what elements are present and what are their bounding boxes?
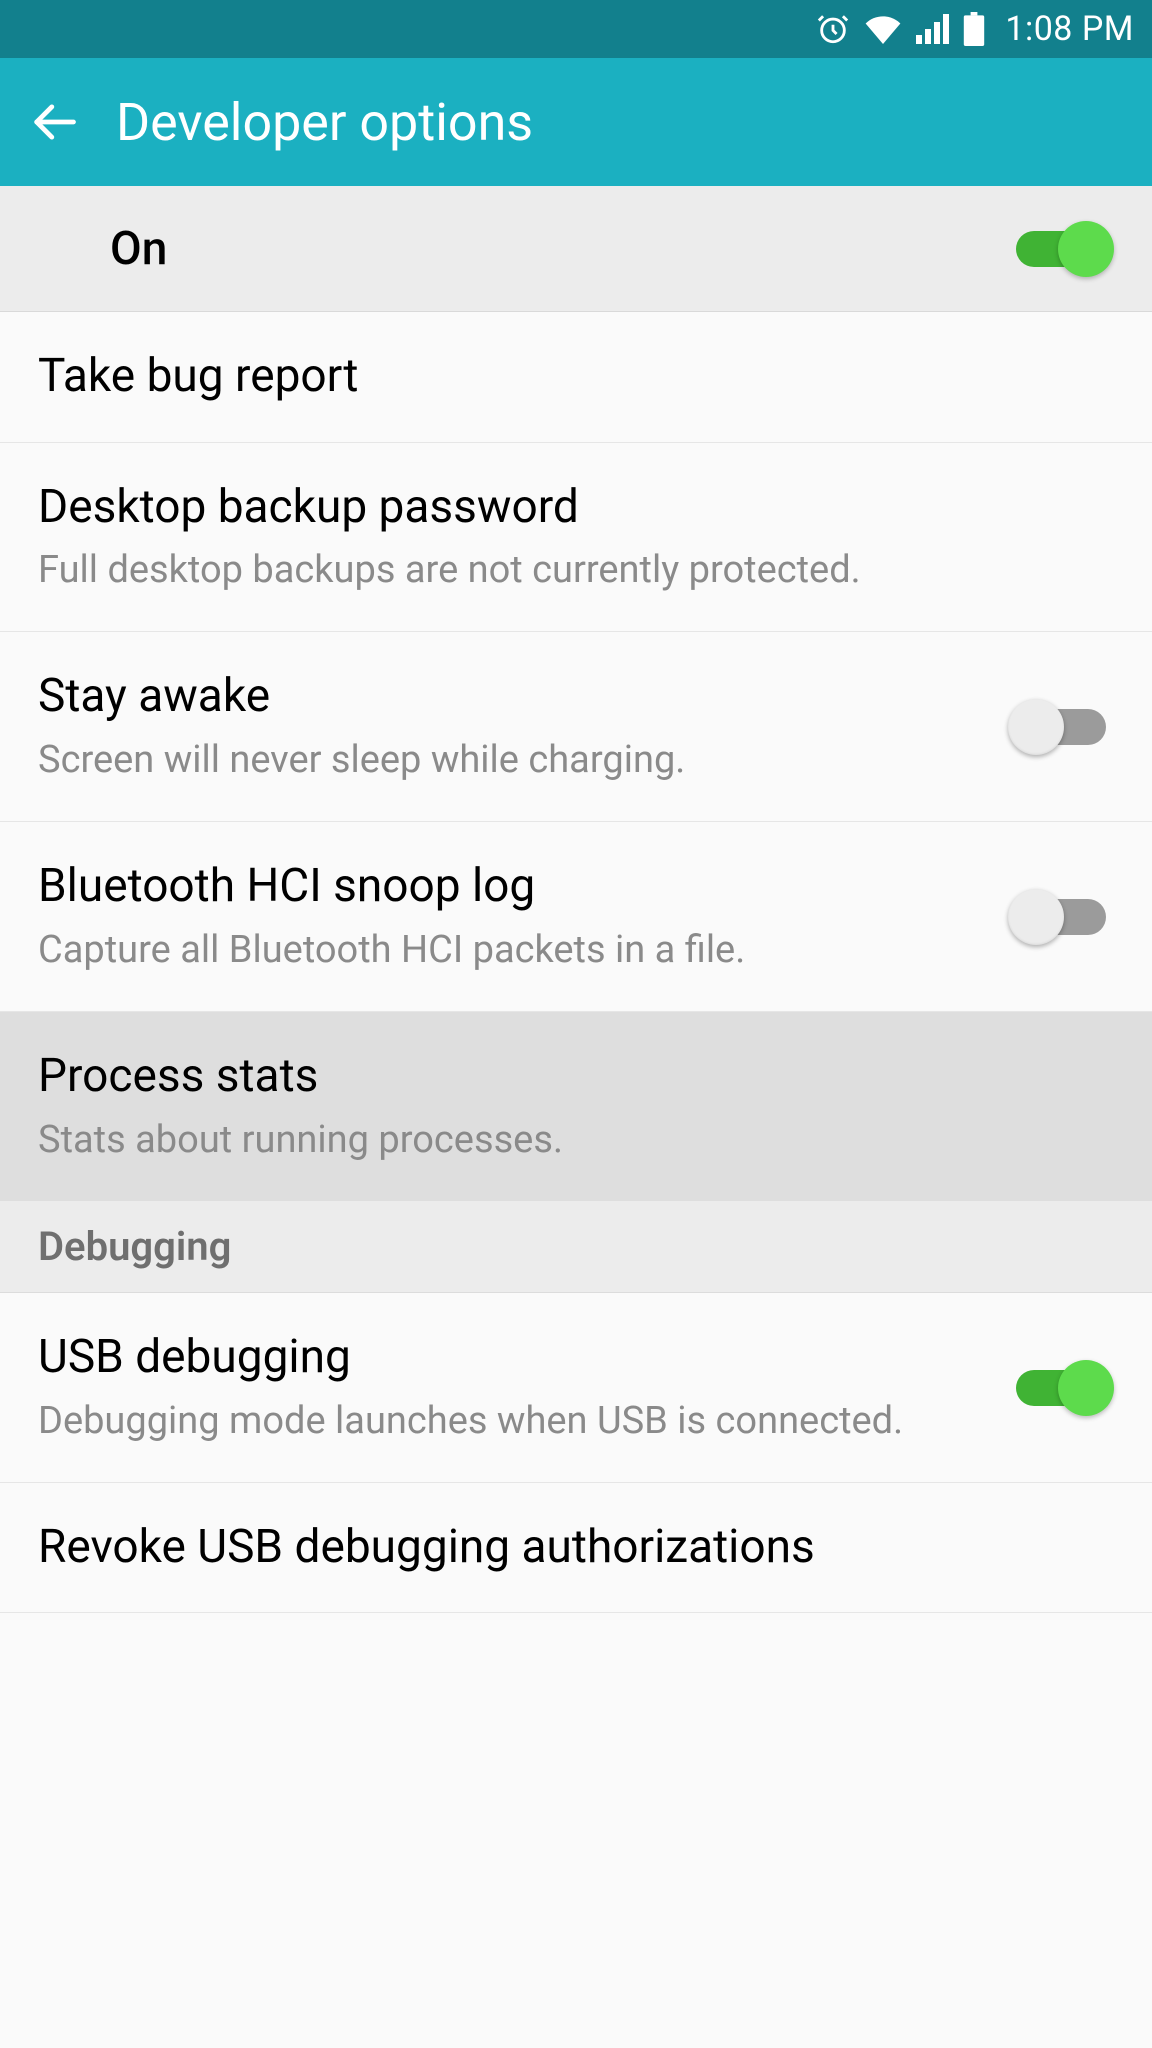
master-toggle-label: On [110, 222, 167, 276]
row-bt-hci-snoop[interactable]: Bluetooth HCI snoop log Capture all Blue… [0, 822, 1152, 1012]
row-stay-awake[interactable]: Stay awake Screen will never sleep while… [0, 632, 1152, 822]
master-toggle[interactable] [1008, 221, 1114, 277]
row-subtitle: Full desktop backups are not currently p… [38, 546, 1114, 595]
row-title: USB debugging [38, 1329, 984, 1387]
row-subtitle: Screen will never sleep while charging. [38, 736, 984, 785]
status-icons: 1:08 PM [816, 9, 1134, 49]
row-title: Revoke USB debugging authorizations [38, 1519, 1114, 1577]
row-title: Take bug report [38, 348, 1114, 406]
status-bar: 1:08 PM [0, 0, 1152, 58]
toggle-bt-hci[interactable] [1008, 889, 1114, 945]
master-toggle-row[interactable]: On [0, 186, 1152, 312]
row-process-stats[interactable]: Process stats Stats about running proces… [0, 1012, 1152, 1201]
row-desktop-backup-password[interactable]: Desktop backup password Full desktop bac… [0, 443, 1152, 633]
row-title: Stay awake [38, 668, 984, 726]
toggle-stay-awake[interactable] [1008, 699, 1114, 755]
row-subtitle: Capture all Bluetooth HCI packets in a f… [38, 926, 984, 975]
battery-icon [963, 12, 985, 46]
toggle-knob [1058, 1360, 1114, 1416]
row-subtitle: Debugging mode launches when USB is conn… [38, 1397, 984, 1446]
arrow-left-icon [28, 96, 80, 148]
row-title: Desktop backup password [38, 479, 1114, 537]
toggle-usb-debugging[interactable] [1008, 1360, 1114, 1416]
alarm-icon [816, 12, 850, 46]
row-take-bug-report[interactable]: Take bug report [0, 312, 1152, 443]
back-button[interactable] [24, 92, 84, 152]
row-title: Process stats [38, 1048, 1114, 1106]
status-time: 1:08 PM [1005, 9, 1134, 49]
row-subtitle: Stats about running processes. [38, 1116, 1114, 1165]
row-usb-debugging[interactable]: USB debugging Debugging mode launches wh… [0, 1293, 1152, 1483]
section-header-debugging: Debugging [0, 1201, 1152, 1293]
row-revoke-usb-auth[interactable]: Revoke USB debugging authorizations [0, 1483, 1152, 1614]
toggle-knob [1008, 699, 1064, 755]
wifi-icon [864, 14, 902, 44]
signal-icon [916, 14, 949, 44]
toggle-knob [1008, 889, 1064, 945]
action-bar: Developer options [0, 58, 1152, 186]
row-title: Bluetooth HCI snoop log [38, 858, 984, 916]
page-title: Developer options [116, 92, 533, 153]
toggle-knob [1058, 221, 1114, 277]
settings-list: Take bug report Desktop backup password … [0, 312, 1152, 1613]
